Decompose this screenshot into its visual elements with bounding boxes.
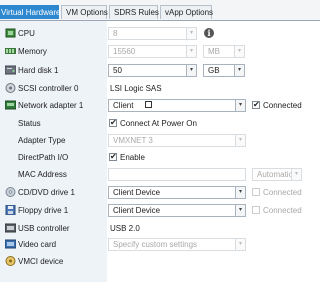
adapter-type-label: Adapter Type [18, 136, 66, 145]
mac-address-type-select[interactable]: Automatic ▾ [252, 168, 302, 181]
connect-at-power-on-label: Connect At Power On [120, 119, 197, 128]
directpath-label: DirectPath I/O [18, 153, 69, 162]
directpath-enable-label: Enable [120, 153, 145, 162]
cd-dvd-icon [5, 187, 16, 197]
chevron-down-icon[interactable]: ▾ [186, 46, 196, 57]
hard-disk-unit-select[interactable]: GB ▾ [203, 64, 245, 77]
mouse-cursor-icon [145, 101, 152, 108]
info-icon[interactable]: i [204, 28, 214, 38]
cpu-label: CPU [18, 29, 35, 38]
virtual-hardware-grid: CPU 8 ▾ i Memory 15560 ▾ MB ▾ Hard disk … [0, 21, 320, 282]
floppy-row: Floppy drive 1 Client Device ▾ Connected [0, 202, 320, 219]
floppy-select[interactable]: Client Device ▾ [108, 204, 246, 217]
chevron-down-icon[interactable]: ▾ [235, 100, 245, 111]
cd-dvd-label: CD/DVD drive 1 [18, 188, 75, 197]
mac-address-row: MAC Address Automatic ▾ [0, 166, 320, 183]
adapter-type-select[interactable]: VMXNET 3 ▾ [108, 134, 246, 147]
hard-disk-value: 50 [113, 66, 122, 75]
scsi-controller-value: LSI Logic SAS [110, 84, 162, 93]
network-value: Client [113, 101, 134, 110]
scsi-controller-icon [5, 83, 16, 93]
vmci-device-label: VMCI device [18, 257, 64, 266]
hard-disk-icon [5, 65, 16, 75]
memory-unit: MB [208, 47, 220, 56]
chevron-down-icon[interactable]: ▾ [291, 169, 301, 180]
video-card-select[interactable]: Specify custom settings ▾ [108, 238, 246, 251]
network-adapter-label: Network adapter 1 [18, 101, 84, 110]
floppy-icon [5, 205, 16, 215]
video-card-row: Video card Specify custom settings ▾ [0, 236, 320, 253]
adapter-type-value: VMXNET 3 [113, 136, 153, 145]
hard-disk-unit: GB [208, 66, 220, 75]
chevron-down-icon[interactable]: ▾ [235, 187, 245, 198]
adapter-type-row: Adapter Type VMXNET 3 ▾ [0, 132, 320, 149]
directpath-enable-checkbox[interactable]: ✔ [109, 153, 117, 161]
scsi-controller-row: SCSI controller 0 LSI Logic SAS [0, 80, 320, 97]
cd-dvd-select[interactable]: Client Device ▾ [108, 186, 246, 199]
cpu-select[interactable]: 8 ▾ [108, 27, 197, 40]
directpath-row: DirectPath I/O ✔ Enable [0, 149, 320, 166]
vmci-device-row: VMCI device [0, 253, 320, 270]
network-adapter-row: Network adapter 1 Client ▾ ✔ Connected [0, 97, 320, 114]
mac-address-label: MAC Address [18, 170, 67, 179]
usb-controller-row: USB controller USB 2.0 [0, 220, 320, 237]
vmci-device-icon [5, 256, 16, 266]
usb-controller-value: USB 2.0 [110, 224, 140, 233]
memory-icon [5, 46, 16, 56]
tab-sdrs-rules[interactable]: SDRS Rules [109, 5, 159, 19]
tab-bar: Virtual Hardware VM Options SDRS Rules v… [0, 0, 320, 21]
chevron-down-icon[interactable]: ▾ [235, 239, 245, 250]
cpu-value: 8 [113, 29, 118, 38]
chevron-down-icon[interactable]: ▾ [235, 135, 245, 146]
chevron-down-icon[interactable]: ▾ [235, 205, 245, 216]
chevron-down-icon[interactable]: ▾ [234, 65, 244, 76]
tab-virtual-hardware[interactable]: Virtual Hardware [0, 5, 60, 19]
cd-dvd-connected-checkbox[interactable] [252, 188, 260, 196]
status-label: Status [18, 119, 41, 128]
memory-label: Memory [18, 47, 47, 56]
floppy-connected-checkbox[interactable] [252, 206, 260, 214]
mac-address-type-value: Automatic [257, 170, 293, 179]
network-adapter-icon [5, 100, 16, 110]
chevron-down-icon[interactable]: ▾ [186, 28, 196, 39]
network-select[interactable]: Client ▾ [108, 99, 246, 112]
usb-controller-icon [5, 223, 16, 233]
chevron-down-icon[interactable]: ▾ [234, 46, 244, 57]
scsi-controller-label: SCSI controller 0 [18, 84, 79, 93]
video-card-value: Specify custom settings [113, 240, 198, 249]
hard-disk-label: Hard disk 1 [18, 66, 59, 75]
status-row: Status ✔ Connect At Power On [0, 115, 320, 132]
video-card-icon [5, 239, 16, 249]
hard-disk-size-input[interactable]: 50 ▾ [108, 64, 197, 77]
tab-vapp-options[interactable]: vApp Options [160, 5, 213, 19]
cpu-icon [5, 28, 16, 38]
cd-dvd-row: CD/DVD drive 1 Client Device ▾ Connected [0, 184, 320, 201]
memory-row: Memory 15560 ▾ MB ▾ [0, 43, 320, 60]
hard-disk-row: Hard disk 1 50 ▾ GB ▾ [0, 62, 320, 79]
memory-value: 15560 [113, 47, 136, 56]
connect-at-power-on-checkbox[interactable]: ✔ [109, 119, 117, 127]
usb-controller-label: USB controller [18, 224, 70, 233]
network-connected-checkbox[interactable]: ✔ [252, 101, 260, 109]
cd-dvd-connected-label: Connected [263, 188, 302, 197]
memory-unit-select[interactable]: MB ▾ [203, 45, 245, 58]
floppy-connected-label: Connected [263, 206, 302, 215]
cpu-row: CPU 8 ▾ i [0, 25, 320, 42]
mac-address-input[interactable] [108, 168, 246, 181]
memory-input[interactable]: 15560 ▾ [108, 45, 197, 58]
floppy-value: Client Device [113, 206, 161, 215]
chevron-down-icon[interactable]: ▾ [186, 65, 196, 76]
network-connected-label: Connected [263, 101, 302, 110]
video-card-label: Video card [18, 240, 57, 249]
cd-dvd-value: Client Device [113, 188, 161, 197]
floppy-label: Floppy drive 1 [18, 206, 69, 215]
tab-vm-options[interactable]: VM Options [61, 5, 108, 19]
